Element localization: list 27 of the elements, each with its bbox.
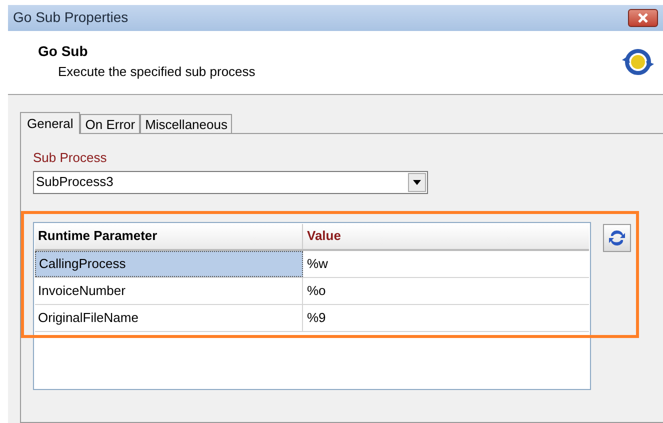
- table-row[interactable]: InvoiceNumber %o: [35, 278, 589, 304]
- tab[interactable]: General: [20, 112, 80, 134]
- window-title: Go Sub Properties: [13, 8, 128, 28]
- dropdown-value: SubProcess3: [36, 173, 114, 192]
- header-description: Execute the specified sub process: [57, 62, 256, 81]
- sub-process-dropdown[interactable]: SubProcess3: [33, 170, 428, 194]
- table-cell: CallingProcess: [35, 250, 303, 276]
- dropdown-arrow-button[interactable]: [408, 172, 426, 192]
- table-cell-text: %o: [306, 282, 327, 300]
- table-cell: OriginalFileName: [35, 304, 303, 330]
- tab[interactable]: On Error: [80, 114, 140, 133]
- sync-icon: [621, 46, 655, 77]
- column-header[interactable]: Runtime Parameter: [35, 224, 303, 248]
- column-header[interactable]: Value: [303, 224, 589, 248]
- close-button[interactable]: [628, 8, 658, 27]
- tab[interactable]: Miscellaneous: [140, 114, 232, 133]
- header-title: Go Sub: [38, 42, 89, 61]
- field-label: Sub Process: [33, 149, 108, 167]
- table-cell: InvoiceNumber: [35, 278, 303, 304]
- table-row[interactable]: OriginalFileName %9: [35, 304, 589, 332]
- swap-icon: [608, 230, 626, 246]
- table-cell-text: %9: [306, 308, 327, 327]
- table-cell-text: %w: [306, 254, 329, 273]
- refresh-button[interactable]: [603, 224, 631, 252]
- table-row[interactable]: CallingProcess %w: [35, 250, 589, 278]
- close-icon: [638, 12, 648, 23]
- caret-icon: [413, 180, 421, 184]
